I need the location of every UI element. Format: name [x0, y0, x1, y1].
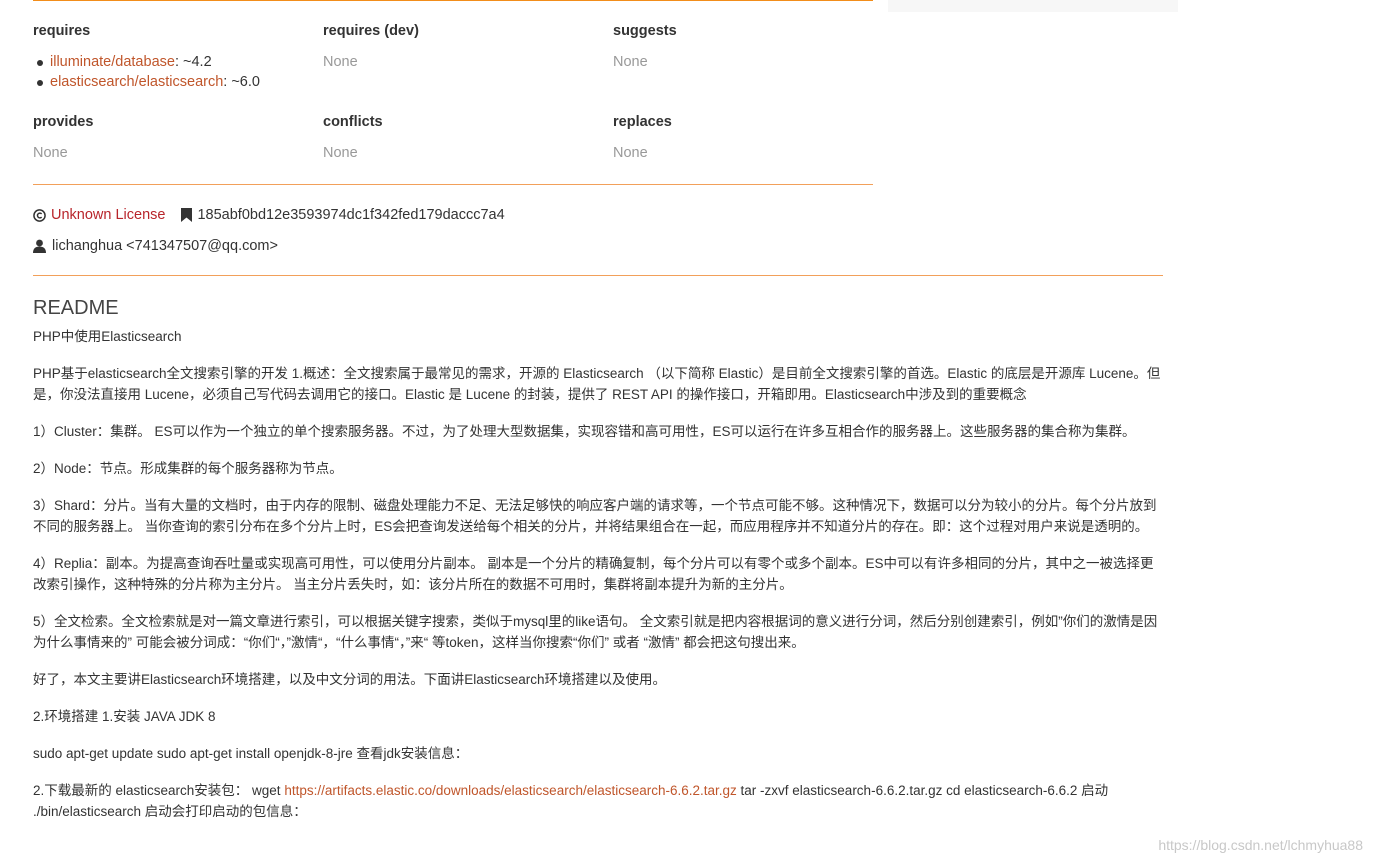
copyright-icon	[33, 208, 46, 222]
provides-section: provides None	[33, 112, 303, 163]
download-link[interactable]: https://artifacts.elastic.co/downloads/e…	[284, 783, 736, 798]
readme-paragraph: 5）全文检索。全文检索就是对一篇文章进行索引，可以根据关键字搜索，类似于mysq…	[33, 614, 1158, 650]
commit-hash: 185abf0bd12e3593974dc1f342fed179daccc7a4	[197, 207, 505, 223]
readme-paragraph: 4）Replia：副本。为提高查询吞吐量或实现高可用性，可以使用分片副本。 副本…	[33, 556, 1154, 592]
dependency-version: : ~6.0	[223, 74, 260, 90]
conflicts-section: conflicts None	[323, 112, 593, 163]
readme-paragraph: PHP中使用Elasticsearch	[33, 329, 182, 344]
list-item: illuminate/database: ~4.2	[33, 52, 303, 72]
replaces-heading: replaces	[613, 114, 672, 130]
readme-download-paragraph: 2.下载最新的 elasticsearch安装包： wget https://a…	[33, 780, 1163, 822]
provides-value: None	[33, 145, 68, 161]
readme-paragraph: 2）Node：节点。形成集群的每个服务器称为节点。	[33, 461, 343, 476]
section-divider	[33, 184, 873, 185]
requires-dev-value: None	[323, 54, 358, 70]
download-prefix: 2.下载最新的 elasticsearch安装包： wget	[33, 783, 285, 798]
readme-divider	[33, 275, 1163, 276]
license-link[interactable]: Unknown License	[51, 205, 165, 225]
bookmark-icon	[181, 208, 193, 222]
conflicts-value: None	[323, 145, 358, 161]
conflicts-heading: conflicts	[323, 114, 383, 130]
user-icon	[33, 239, 46, 253]
readme-paragraph: 2.环境搭建 1.安装 JAVA JDK 8	[33, 709, 216, 724]
readme-paragraph: 3）Shard：分片。当有大量的文档时，由于内存的限制、磁盘处理能力不足、无法足…	[33, 498, 1157, 534]
provides-heading: provides	[33, 114, 94, 130]
author-name: lichanghua <741347507@qq.com>	[52, 238, 278, 254]
requires-section: requires illuminate/database: ~4.2 elast…	[33, 21, 303, 92]
requires-heading: requires	[33, 23, 91, 39]
readme-paragraph: 1）Cluster：集群。 ES可以作为一个独立的单个搜索服务器。不过，为了处理…	[33, 424, 1136, 439]
readme-paragraph: sudo apt-get update sudo apt-get install…	[33, 746, 469, 761]
top-divider	[33, 0, 873, 1]
replaces-value: None	[613, 145, 648, 161]
readme-paragraph: 好了，本文主要讲Elasticsearch环境搭建，以及中文分词的用法。下面讲E…	[33, 672, 667, 687]
readme-title: README	[33, 297, 119, 319]
list-item: elasticsearch/elasticsearch: ~6.0	[33, 72, 303, 92]
readme-paragraph: PHP基于elasticsearch全文搜索引擎的开发 1.概述：全文搜索属于最…	[33, 366, 1161, 402]
license-row: Unknown License 185abf0bd12e3593974dc1f3…	[33, 205, 505, 225]
suggests-section: suggests None	[613, 21, 883, 72]
requires-list: illuminate/database: ~4.2 elasticsearch/…	[33, 52, 303, 92]
requires-dev-section: requires (dev) None	[323, 21, 593, 72]
sidebar-panel	[888, 0, 1178, 12]
dependency-version: : ~4.2	[174, 54, 212, 70]
dependency-link[interactable]: illuminate/database	[50, 54, 175, 70]
dependency-link[interactable]: elasticsearch/elasticsearch	[50, 74, 223, 90]
readme-body: PHP中使用Elasticsearch PHP基于elasticsearch全文…	[33, 326, 1163, 838]
author-row: lichanghua <741347507@qq.com>	[33, 236, 278, 256]
suggests-heading: suggests	[613, 23, 677, 39]
replaces-section: replaces None	[613, 112, 883, 163]
requires-dev-heading: requires (dev)	[323, 23, 419, 39]
suggests-value: None	[613, 54, 648, 70]
watermark: https://blog.csdn.net/lchmyhua88	[1158, 837, 1363, 853]
